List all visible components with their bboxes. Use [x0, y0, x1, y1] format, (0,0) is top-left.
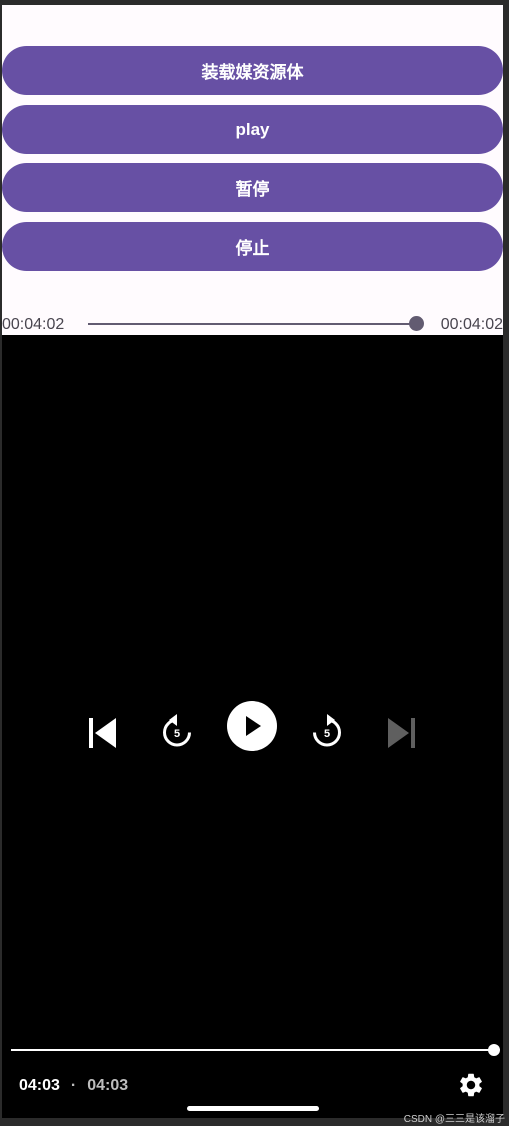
player-progress-track[interactable] — [11, 1049, 495, 1051]
current-position-label: 00:04:02 — [2, 316, 65, 333]
pause-button[interactable]: 暂停 — [2, 163, 503, 212]
forward-5-icon[interactable]: 5 — [303, 707, 351, 755]
forward-seconds-label: 5 — [324, 728, 330, 740]
player-progress-thumb[interactable] — [488, 1044, 500, 1056]
screen-frame: 装载媒资源体 play 暂停 停止 00:04:02 00:04:02 5 5 … — [0, 0, 509, 1126]
skip-previous-icon[interactable] — [78, 709, 126, 757]
seek-slider-track[interactable] — [88, 323, 416, 325]
watermark-text: CSDN @三三是该溜子 — [403, 1114, 505, 1125]
seek-slider-thumb[interactable] — [409, 316, 424, 331]
video-player[interactable]: 5 5 04:03 · 04:03 — [2, 335, 503, 1118]
gear-icon[interactable] — [457, 1071, 485, 1099]
player-duration: 04:03 — [87, 1077, 129, 1094]
time-separator: · — [70, 1077, 77, 1094]
player-current-time: 04:03 — [19, 1077, 60, 1094]
home-indicator[interactable] — [187, 1106, 319, 1111]
rewind-seconds-label: 5 — [174, 728, 180, 740]
app-screen: 装载媒资源体 play 暂停 停止 00:04:02 00:04:02 5 5 … — [2, 5, 503, 1118]
stop-button[interactable]: 停止 — [2, 222, 503, 271]
player-time-display: 04:03 · 04:03 — [19, 1075, 128, 1097]
play-icon[interactable] — [227, 701, 277, 751]
replay-5-icon[interactable]: 5 — [153, 707, 201, 755]
skip-next-icon[interactable] — [378, 709, 426, 757]
load-media-button[interactable]: 装载媒资源体 — [2, 46, 503, 95]
duration-label: 00:04:02 — [440, 316, 503, 333]
play-button[interactable]: play — [2, 105, 503, 154]
